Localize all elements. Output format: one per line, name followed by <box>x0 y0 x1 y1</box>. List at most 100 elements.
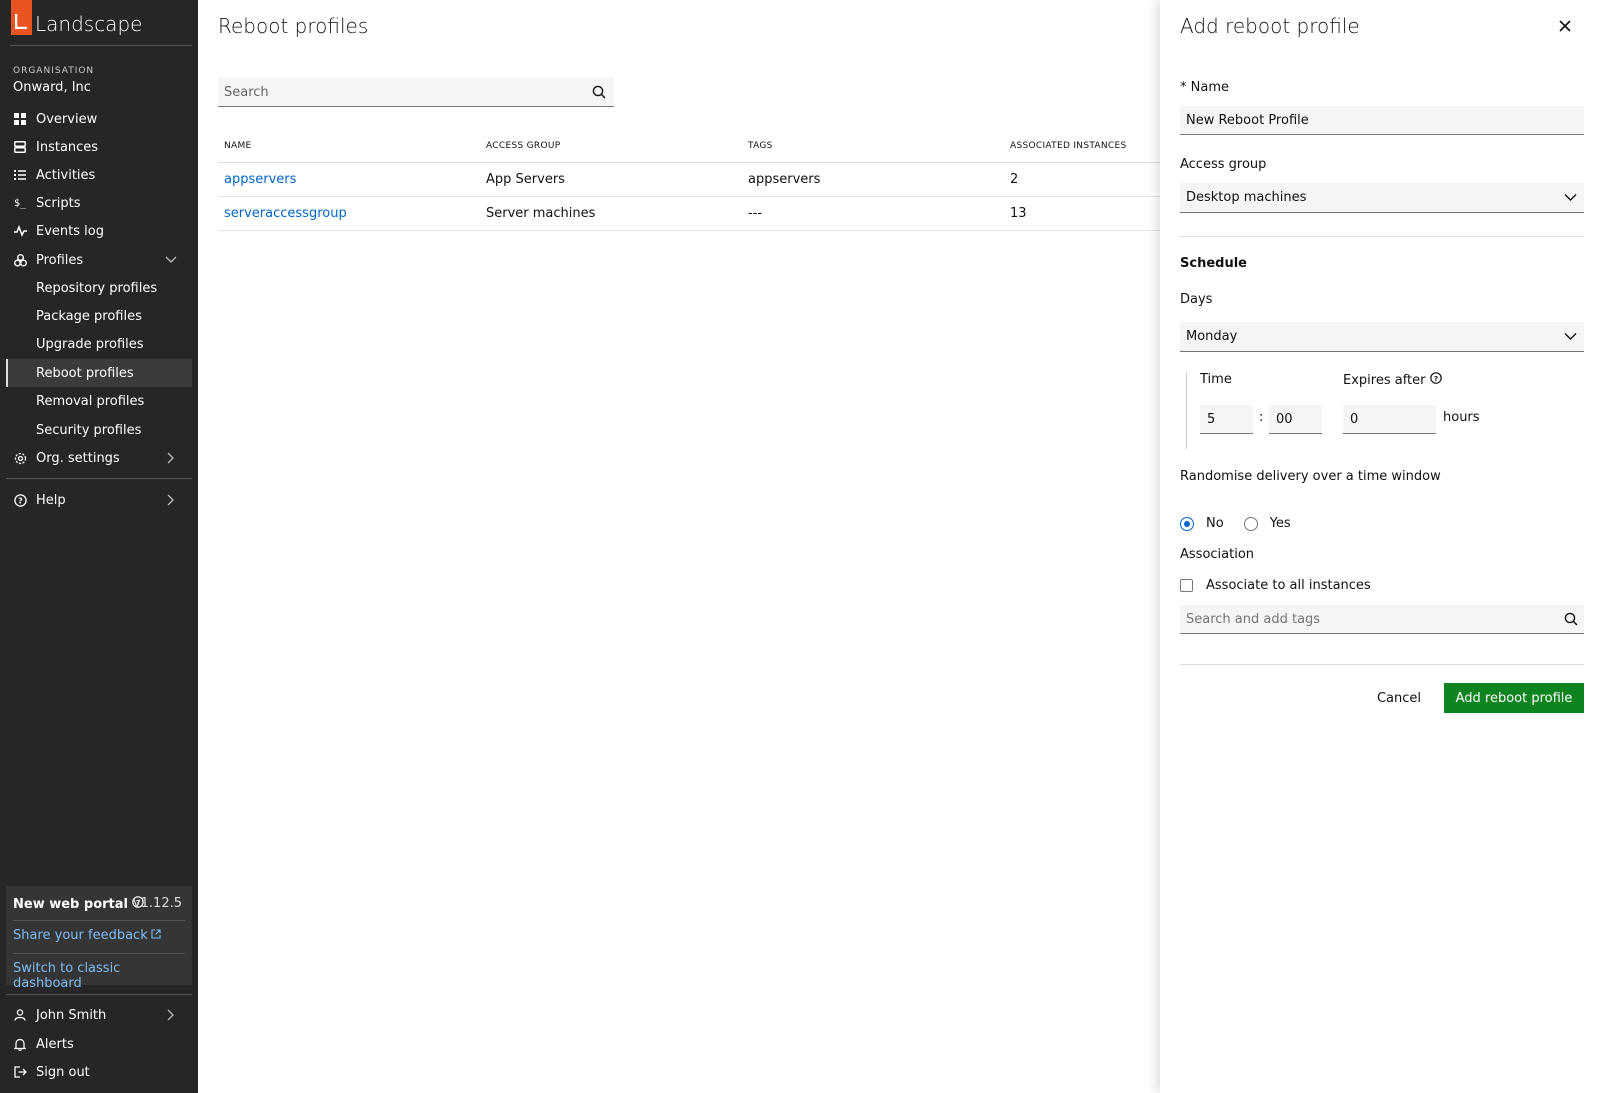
access-group-value: Desktop machines <box>1186 190 1307 205</box>
portal-divider <box>13 920 185 921</box>
close-icon[interactable] <box>1558 19 1574 35</box>
cell-associated-instances: 13 <box>1004 196 1160 231</box>
chevron-right-icon <box>164 493 178 507</box>
search-icon[interactable] <box>1564 612 1578 630</box>
sidebar-item-scripts[interactable]: $_ Scripts <box>6 189 192 217</box>
new-portal-box: New web portal ? v1.12.5 Share your feed… <box>6 886 192 991</box>
sidebar-item-profiles[interactable]: Profiles <box>6 246 192 274</box>
time-group: Time : Expires after ? hours <box>1186 372 1486 449</box>
associate-all-label: Associate to all instances <box>1206 578 1371 593</box>
cell-associated-instances: 2 <box>1004 162 1160 197</box>
sidebar-item-help[interactable]: ? Help <box>6 486 192 514</box>
radio-yes-label: Yes <box>1269 516 1291 531</box>
svg-text:?: ? <box>1433 374 1437 383</box>
expires-unit: hours <box>1443 410 1480 425</box>
sidebar-item-user[interactable]: John Smith <box>6 1001 192 1029</box>
sidebar-subitem-package-profiles[interactable]: Package profiles <box>6 302 192 330</box>
sidebar-subitem-repository-profiles[interactable]: Repository profiles <box>6 274 192 302</box>
table-row: serveraccessgroup Server machines --- 13 <box>218 196 1160 231</box>
cell-name: appservers <box>218 162 480 197</box>
schedule-heading: Schedule <box>1180 256 1247 271</box>
association-label: Association <box>1180 547 1255 562</box>
user-icon <box>13 1008 27 1022</box>
days-label: Days <box>1180 292 1213 307</box>
column-header-tags: TAGS <box>742 130 1004 163</box>
sidebar-item-instances[interactable]: Instances <box>6 133 192 161</box>
bell-icon <box>13 1037 27 1051</box>
radio-yes[interactable] <box>1243 516 1258 531</box>
sidebar-item-alerts[interactable]: Alerts <box>6 1030 192 1058</box>
help-circle-icon: ? <box>13 493 27 507</box>
organisation-name[interactable]: Onward, Inc <box>13 80 91 95</box>
profiles-table: NAME ACCESS GROUP TAGS ASSOCIATED INSTAN… <box>218 130 1160 231</box>
radio-no[interactable] <box>1180 516 1194 531</box>
name-field[interactable] <box>1180 106 1584 135</box>
brand-name: Landscape <box>35 12 143 36</box>
sidebar-item-label: Scripts <box>36 195 81 211</box>
radio-no-label: No <box>1206 516 1224 531</box>
expires-label: Expires after ? <box>1343 372 1442 388</box>
expires-after-field[interactable] <box>1343 405 1436 434</box>
pulse-icon <box>13 224 27 238</box>
switch-classic-link[interactable]: Switch to classic dashboard <box>13 961 192 991</box>
grid-icon <box>13 112 27 126</box>
table-header-row: NAME ACCESS GROUP TAGS ASSOCIATED INSTAN… <box>218 130 1160 163</box>
chevron-down-icon <box>1564 191 1578 205</box>
sidebar-item-label: John Smith <box>36 1007 107 1023</box>
sidebar-item-org-settings[interactable]: Org. settings <box>6 444 192 472</box>
portal-version: v1.12.5 <box>132 896 182 911</box>
tags-search-box <box>1180 605 1584 634</box>
sidebar-item-activities[interactable]: Activities <box>6 161 192 189</box>
sidebar-item-overview[interactable]: Overview <box>6 105 192 133</box>
profile-link[interactable]: serveraccessgroup <box>224 206 347 221</box>
sidebar-divider <box>6 478 192 479</box>
terminal-icon: $_ <box>13 196 27 210</box>
sidebar-subitem-reboot-profiles[interactable]: Reboot profiles <box>6 359 192 387</box>
days-select[interactable]: Monday <box>1180 322 1584 352</box>
new-portal-title-text: New web portal <box>13 896 128 912</box>
cancel-button[interactable]: Cancel <box>1366 683 1432 713</box>
sign-out-icon <box>13 1065 27 1079</box>
column-header-access-group: ACCESS GROUP <box>480 130 742 163</box>
access-group-label: Access group <box>1180 157 1267 172</box>
sidebar-subitem-removal-profiles[interactable]: Removal profiles <box>6 387 192 415</box>
time-label: Time <box>1200 372 1232 387</box>
main-content: Reboot profiles NAME ACCESS GROUP TAGS A… <box>198 0 1160 1093</box>
brand[interactable]: Landscape <box>10 0 192 46</box>
column-header-name: NAME <box>218 130 480 163</box>
svg-text:?: ? <box>18 496 23 505</box>
add-reboot-profile-button[interactable]: Add reboot profile <box>1444 683 1584 713</box>
server-icon <box>13 140 27 154</box>
page-title: Reboot profiles <box>218 14 369 38</box>
time-minute-field[interactable] <box>1269 405 1322 434</box>
sidebar-item-sign-out[interactable]: Sign out <box>6 1058 192 1086</box>
profile-link[interactable]: appservers <box>224 172 296 187</box>
add-reboot-profile-panel: Add reboot profile * Name Access group D… <box>1160 0 1600 1093</box>
cell-access-group: Server machines <box>480 196 742 231</box>
sidebar-item-label: Profiles <box>36 252 84 268</box>
search-box <box>218 78 614 107</box>
organisation-label: ORGANISATION <box>13 66 95 76</box>
sidebar-item-label: Org. settings <box>36 450 120 466</box>
sidebar-subitem-security-profiles[interactable]: Security profiles <box>6 416 192 444</box>
search-input[interactable] <box>218 78 578 106</box>
tags-search-input[interactable] <box>1180 605 1550 633</box>
help-circle-icon[interactable]: ? <box>1429 372 1442 388</box>
new-portal-title: New web portal ? <box>13 896 144 912</box>
external-link-icon <box>151 928 161 943</box>
associate-all-checkbox[interactable] <box>1180 579 1193 592</box>
search-icon[interactable] <box>592 85 608 101</box>
share-feedback-link[interactable]: Share your feedback <box>13 928 161 943</box>
sidebar-item-label: Help <box>36 492 66 508</box>
sidebar-item-label: Activities <box>36 167 96 183</box>
portal-divider <box>13 953 185 954</box>
sidebar-item-label: Overview <box>36 111 98 127</box>
access-group-select[interactable]: Desktop machines <box>1180 183 1584 213</box>
time-hour-field[interactable] <box>1200 405 1253 434</box>
sidebar-item-events-log[interactable]: Events log <box>6 217 192 245</box>
cell-tags: appservers <box>742 162 1004 197</box>
column-header-associated-instances: ASSOCIATED INSTANCES <box>1004 130 1160 163</box>
svg-text:$_: $_ <box>14 198 27 209</box>
sidebar-subitem-upgrade-profiles[interactable]: Upgrade profiles <box>6 330 192 358</box>
name-label: * Name <box>1180 80 1229 95</box>
